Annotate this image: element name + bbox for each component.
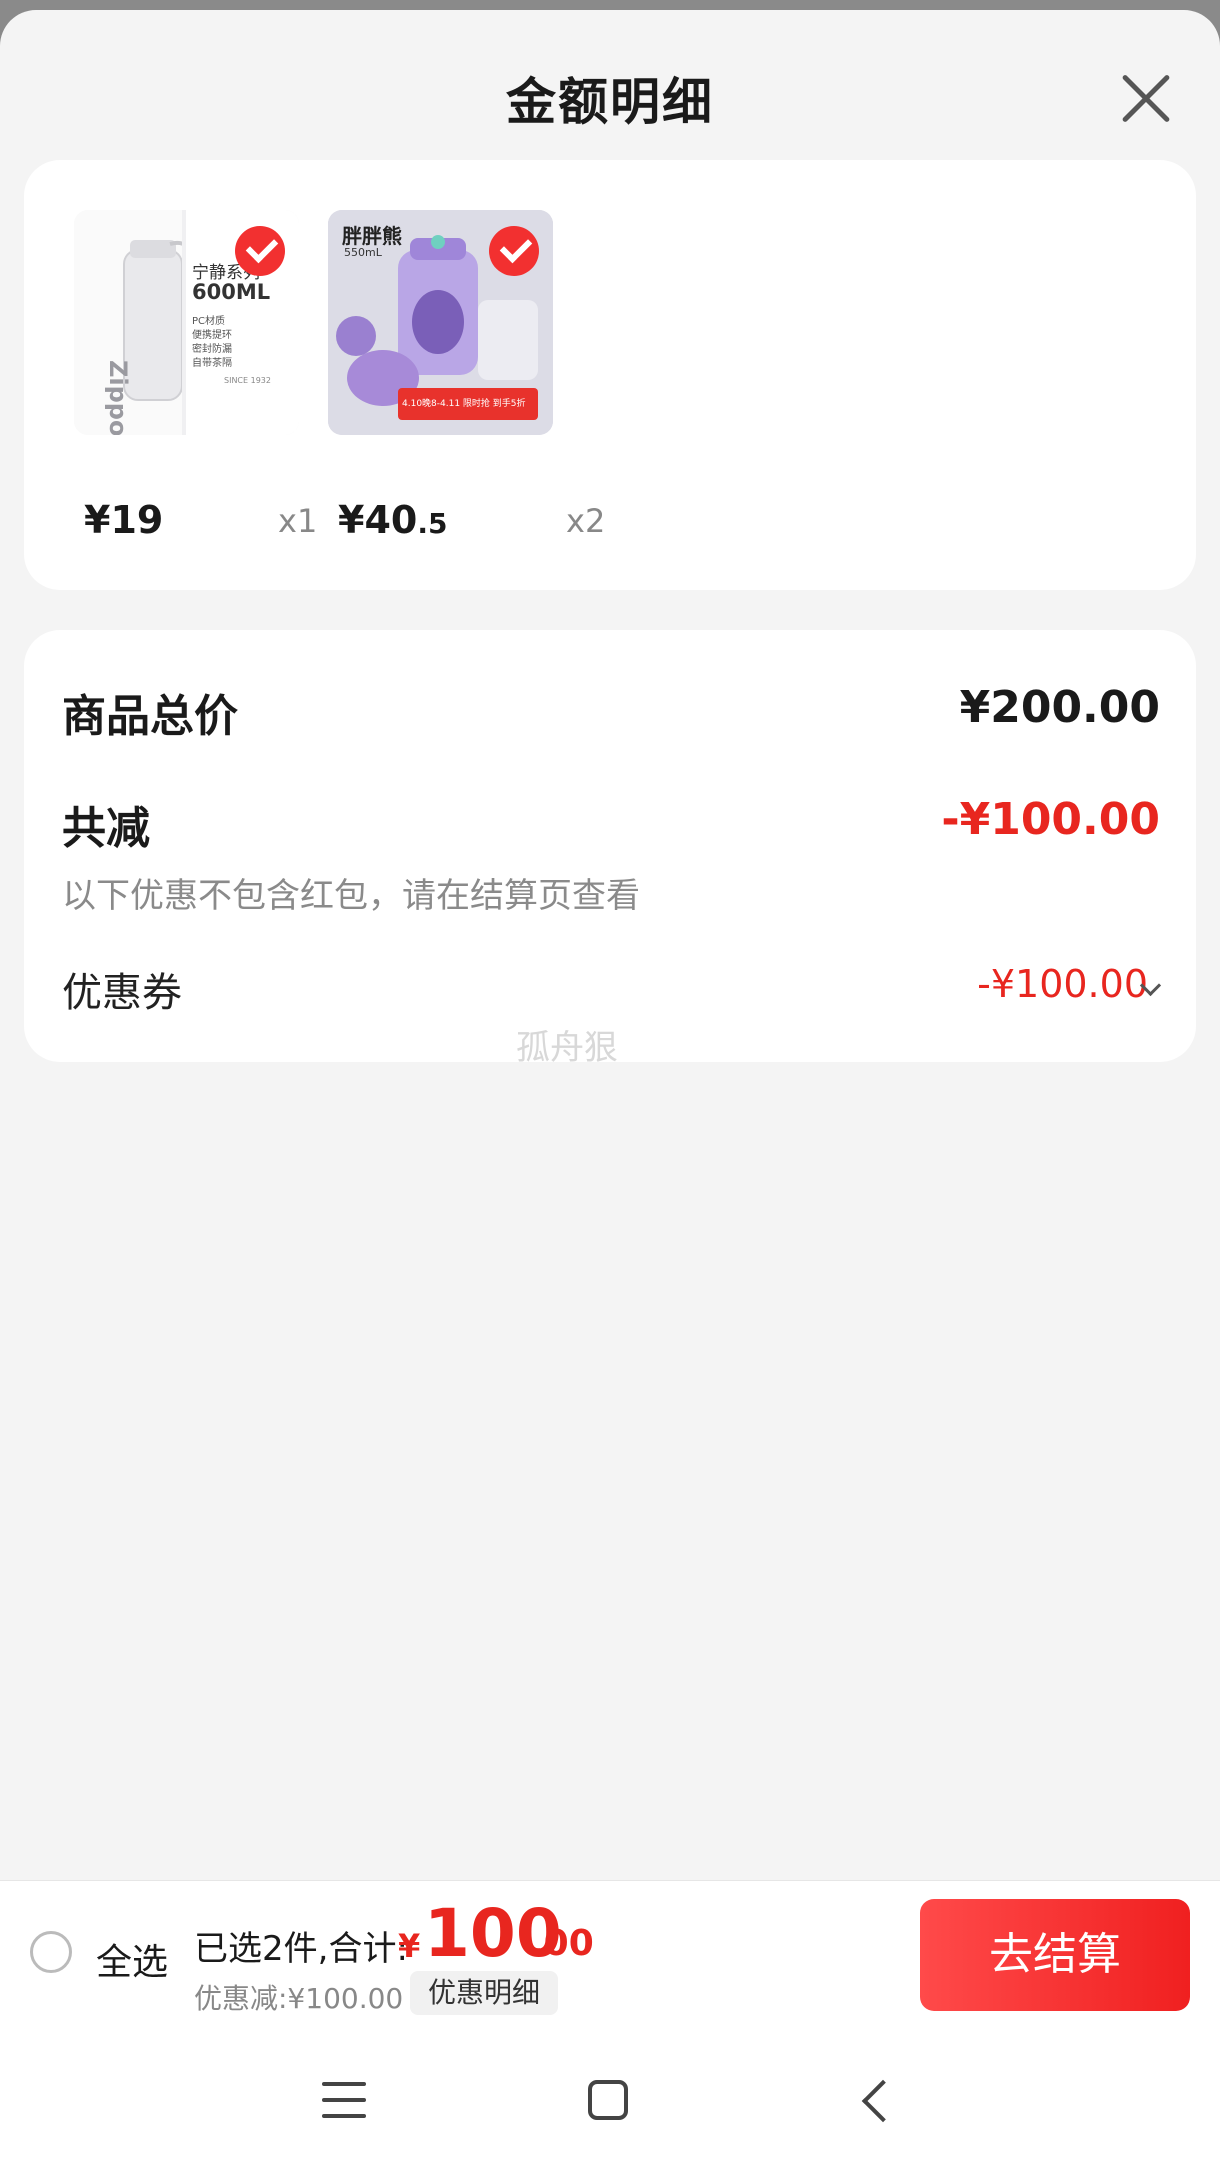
product-feature-text: 密封防漏 bbox=[192, 344, 232, 355]
select-all-label[interactable]: 全选 bbox=[96, 1933, 168, 1985]
product-volume-text: 550mL bbox=[344, 246, 382, 259]
product-image-kids-bottle: 胖胖熊 550mL 4.10晚8-4.11 限时抢 到手5折 bbox=[328, 210, 553, 435]
total-reduce-value: -¥100.00 bbox=[941, 794, 1160, 845]
price-summary-card: 商品总价 ¥200.00 共减 -¥100.00 以下优惠不包含红包，请在结算页… bbox=[24, 630, 1196, 1062]
close-icon[interactable] bbox=[1118, 70, 1174, 126]
products-card: Zippo 宁静系列 600ML PC材质 便携提环 密封防漏 自带茶隔 SIN… bbox=[24, 160, 1196, 590]
home-icon[interactable] bbox=[588, 2080, 628, 2120]
coupon-label[interactable]: 优惠券 bbox=[62, 960, 182, 1018]
selected-summary: 已选2件,合计: bbox=[194, 1929, 408, 1969]
discount-detail-button[interactable]: 优惠明细 bbox=[410, 1971, 559, 2015]
product-feature-text: 自带茶隔 bbox=[192, 358, 232, 369]
product-image-bottle: Zippo 宁静系列 600ML PC材质 便携提环 密封防漏 自带茶隔 SIN… bbox=[74, 210, 299, 435]
product-price: ¥19 bbox=[84, 498, 163, 542]
back-icon[interactable] bbox=[861, 2079, 905, 2123]
product-item[interactable]: 胖胖熊 550mL 4.10晚8-4.11 限时抢 到手5折 ¥40.5 x2 bbox=[290, 160, 605, 590]
checkout-bar: 全选 已选2件,合计: ¥ 100 .00 优惠减:¥100.00 优惠明细 去… bbox=[0, 1880, 1220, 2029]
total-amount-decimal: .00 bbox=[530, 1923, 594, 1964]
product-quantity: x2 bbox=[566, 502, 606, 540]
product-since-text: SINCE 1932 bbox=[224, 376, 271, 385]
system-nav-bar bbox=[0, 2028, 1220, 2172]
product-feature-text: PC材质 bbox=[192, 316, 226, 327]
watermark: 孤舟狠 bbox=[516, 1028, 618, 1068]
product-volume-text: 600ML bbox=[192, 280, 271, 304]
total-price-label: 商品总价 bbox=[62, 691, 238, 742]
product-brand-text: 胖胖熊 bbox=[342, 224, 402, 248]
price-main: ¥40 bbox=[338, 498, 418, 542]
sheet-title: 金额明细 bbox=[506, 73, 714, 131]
checkout-button[interactable]: 去结算 bbox=[920, 1899, 1190, 2011]
discount-note: 以下优惠不包含红包，请在结算页查看 bbox=[62, 876, 640, 916]
checked-icon[interactable] bbox=[489, 226, 539, 276]
total-reduce-label: 共减 bbox=[62, 803, 150, 854]
select-all-radio[interactable] bbox=[30, 1931, 72, 1973]
discount-amount: 优惠减:¥100.00 bbox=[194, 1982, 404, 2015]
coupon-value[interactable]: -¥100.00 bbox=[977, 962, 1148, 1006]
product-item[interactable]: Zippo 宁静系列 600ML PC材质 便携提环 密封防漏 自带茶隔 SIN… bbox=[24, 160, 317, 590]
amount-detail-sheet: 金额明细 Zippo 宁静系列 600ML PC材质 便携提环 密封防漏 自带茶… bbox=[0, 10, 1220, 2172]
price-decimal: .5 bbox=[417, 507, 448, 540]
checked-icon[interactable] bbox=[235, 226, 285, 276]
product-promo-text: 4.10晚8-4.11 限时抢 到手5折 bbox=[402, 399, 526, 409]
total-price-value: ¥200.00 bbox=[959, 682, 1160, 733]
price-main: ¥19 bbox=[84, 498, 164, 542]
total-currency: ¥ bbox=[398, 1927, 421, 1965]
product-price: ¥40.5 bbox=[338, 498, 447, 542]
product-brand-text: Zippo bbox=[104, 360, 132, 435]
menu-icon[interactable] bbox=[322, 2080, 366, 2120]
product-feature-text: 便携提环 bbox=[192, 330, 232, 341]
